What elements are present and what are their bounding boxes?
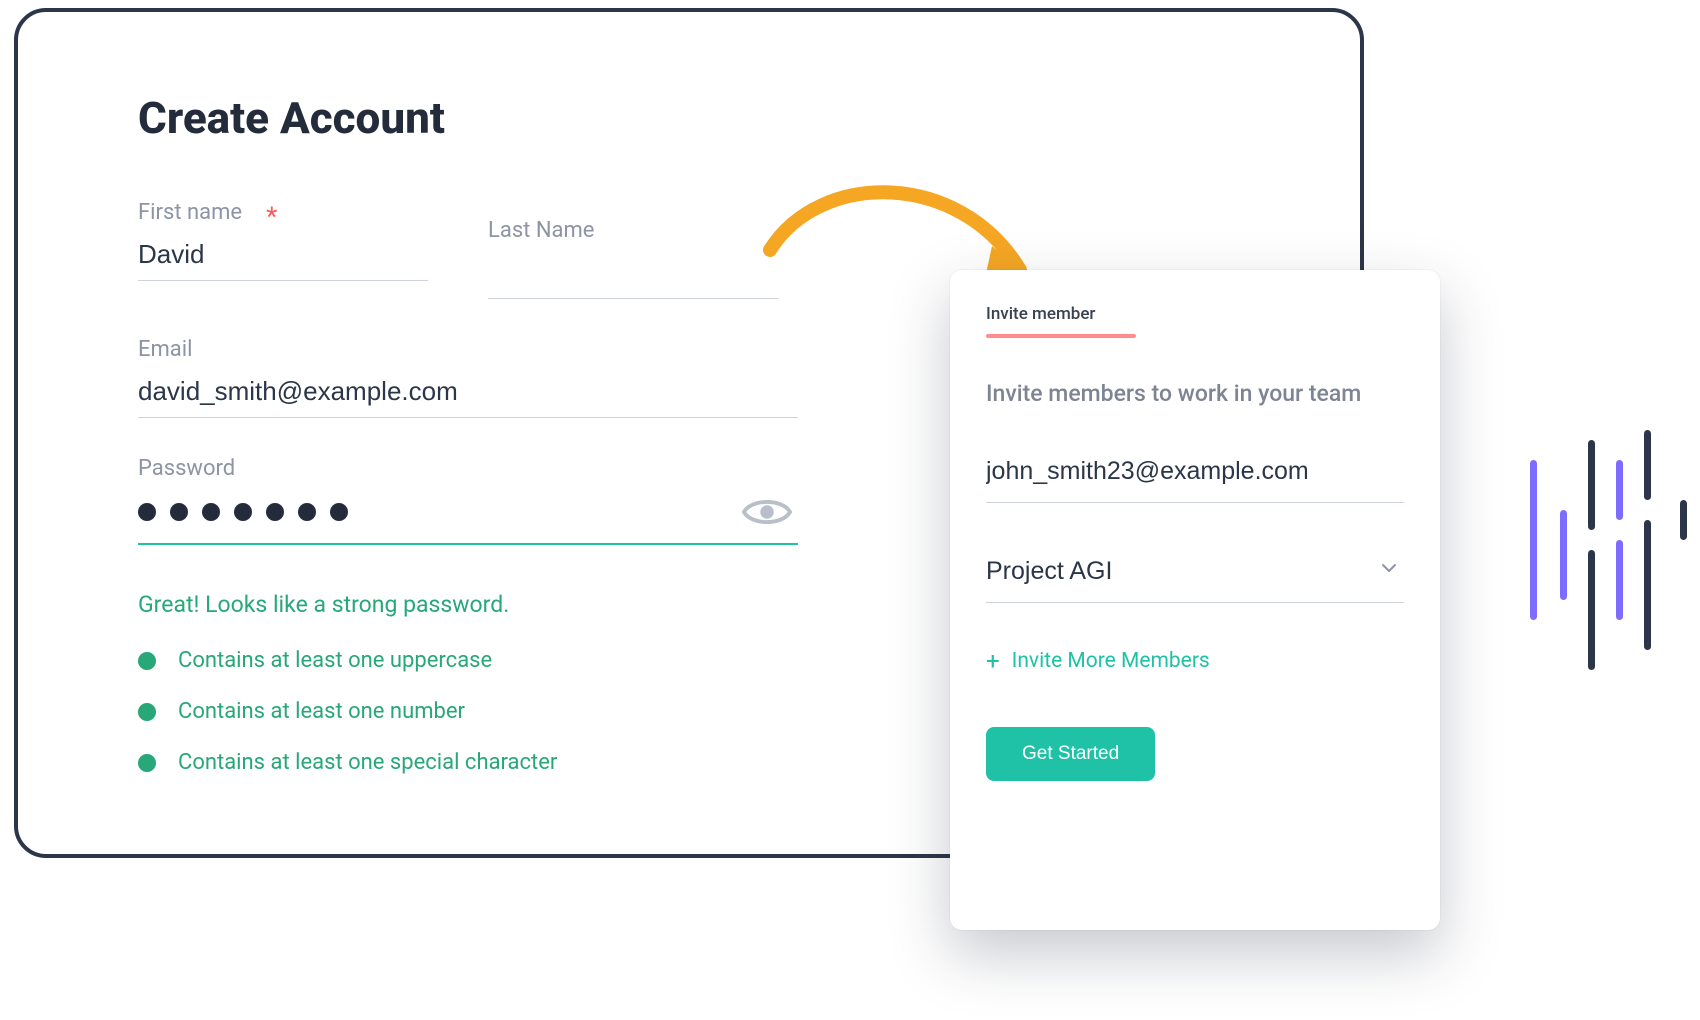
decorative-bars-icon bbox=[1530, 430, 1690, 710]
first-name-input[interactable] bbox=[138, 233, 428, 281]
page-title: Create Account bbox=[138, 92, 1240, 144]
email-label-text: Email bbox=[138, 337, 192, 362]
invite-more-members-button[interactable]: + Invite More Members bbox=[986, 649, 1404, 673]
first-name-label: First name * bbox=[138, 200, 428, 225]
first-name-field: First name * bbox=[138, 200, 428, 299]
password-rule-text: Contains at least one number bbox=[178, 699, 465, 724]
invite-member-card: Invite member Invite members to work in … bbox=[950, 270, 1440, 930]
password-field: Password bbox=[138, 456, 798, 545]
first-name-label-text: First name bbox=[138, 200, 242, 225]
check-bullet-icon bbox=[138, 754, 156, 772]
invite-more-label: Invite More Members bbox=[1012, 649, 1210, 673]
password-input-wrap bbox=[138, 489, 798, 545]
last-name-label-text: Last Name bbox=[488, 218, 594, 243]
password-rule-text: Contains at least one special character bbox=[178, 750, 557, 775]
toggle-password-visibility-icon[interactable] bbox=[742, 495, 792, 529]
email-label: Email bbox=[138, 337, 798, 362]
invite-email-input[interactable] bbox=[986, 449, 1404, 503]
password-label-text: Password bbox=[138, 456, 235, 481]
get-started-button[interactable]: Get Started bbox=[986, 727, 1155, 781]
check-bullet-icon bbox=[138, 703, 156, 721]
email-input[interactable] bbox=[138, 370, 798, 418]
tab-invite-member[interactable]: Invite member bbox=[986, 304, 1095, 334]
last-name-label: Last Name bbox=[488, 218, 778, 243]
password-label: Password bbox=[138, 456, 798, 481]
last-name-field: Last Name bbox=[488, 218, 778, 299]
check-bullet-icon bbox=[138, 652, 156, 670]
last-name-input[interactable] bbox=[488, 251, 778, 299]
project-select-value[interactable] bbox=[986, 549, 1404, 603]
password-input[interactable] bbox=[138, 489, 798, 545]
email-field: Email bbox=[138, 337, 798, 418]
invite-heading: Invite members to work in your team bbox=[986, 380, 1404, 407]
active-tab-underline bbox=[986, 334, 1136, 338]
project-select[interactable] bbox=[986, 549, 1404, 603]
chevron-down-icon bbox=[1380, 559, 1398, 577]
password-rule-text: Contains at least one uppercase bbox=[178, 648, 492, 673]
plus-icon: + bbox=[986, 649, 1000, 673]
